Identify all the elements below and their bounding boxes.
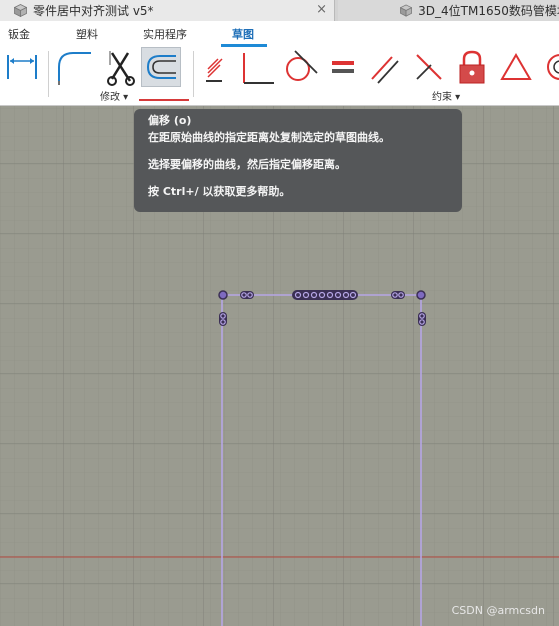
tangent-icon — [286, 50, 318, 81]
watermark: CSDN @armcsdn — [451, 604, 545, 617]
fix-icon — [459, 50, 485, 84]
parallel-icon — [371, 56, 399, 84]
tab-plastic[interactable]: 塑料 — [76, 26, 98, 42]
sketch-point — [218, 290, 228, 300]
tooltip-description: 在距原始曲线的指定距离处复制选定的草图曲线。 — [148, 131, 390, 144]
document-tab-inactive[interactable]: 3D_4位TM1650数码管模块 — [338, 0, 559, 21]
tab-sketch[interactable]: 草图 — [232, 26, 254, 42]
trim-tool-button[interactable] — [100, 47, 140, 87]
dimension-icon — [7, 55, 37, 79]
document-tab-title: 零件居中对齐测试 v5* — [33, 4, 154, 18]
horizontal-vertical-icon — [416, 54, 442, 80]
coincident-tool-button[interactable] — [200, 47, 240, 87]
offset-active-indicator — [139, 99, 189, 101]
circle-constraint-icon — [547, 54, 559, 80]
tab-sheet-metal[interactable]: 钣金 — [8, 26, 30, 42]
document-tab-title: 3D_4位TM1650数码管模块 — [418, 4, 559, 18]
symmetric-icon — [500, 53, 532, 80]
equal-icon — [332, 61, 354, 73]
sketch-point — [416, 290, 426, 300]
perpendicular-tool-button[interactable] — [238, 47, 278, 87]
coincident-icon — [206, 58, 223, 82]
circle-constraint-tool-button[interactable] — [540, 47, 559, 87]
separator — [48, 51, 49, 97]
close-icon[interactable]: × — [316, 2, 327, 17]
perpendicular-icon — [243, 53, 274, 84]
toolbar-ribbon: 钣金 塑料 实用程序 草图 修改 ▾ 约束 ▾ — [0, 21, 559, 106]
parallel-tool-button[interactable] — [366, 47, 406, 87]
modify-group-label[interactable]: 修改 ▾ — [100, 88, 128, 103]
fillet-tool-button[interactable] — [55, 47, 95, 87]
tooltip-help: 按 Ctrl+/ 以获取更多帮助。 — [148, 185, 291, 198]
dimension-tool-button[interactable] — [2, 47, 42, 87]
document-tab-bar: 零件居中对齐测试 v5* × 3D_4位TM1650数码管模块 — [0, 0, 559, 21]
offset-tool-button[interactable] — [141, 47, 181, 87]
symmetric-tool-button[interactable] — [496, 47, 536, 87]
trim-icon — [107, 51, 135, 86]
cube-icon — [400, 4, 413, 17]
offset-icon — [146, 55, 176, 79]
equal-tool-button[interactable] — [324, 47, 364, 87]
offset-tooltip: 偏移 (o) 在距原始曲线的指定距离处复制选定的草图曲线。 选择要偏移的曲线，然… — [134, 109, 462, 212]
fillet-icon — [58, 52, 91, 85]
tangent-tool-button[interactable] — [281, 47, 321, 87]
tab-utilities[interactable]: 实用程序 — [143, 26, 187, 42]
fix-tool-button[interactable] — [452, 47, 492, 87]
document-tab-active[interactable]: 零件居中对齐测试 v5* × — [0, 0, 335, 21]
tooltip-instruction: 选择要偏移的曲线，然后指定偏移距离。 — [148, 158, 346, 171]
cube-icon — [14, 4, 27, 17]
horizontal-vertical-tool-button[interactable] — [409, 47, 449, 87]
tooltip-title: 偏移 (o) — [148, 114, 192, 127]
separator — [193, 51, 194, 97]
constraints-group-label[interactable]: 约束 ▾ — [432, 88, 460, 103]
